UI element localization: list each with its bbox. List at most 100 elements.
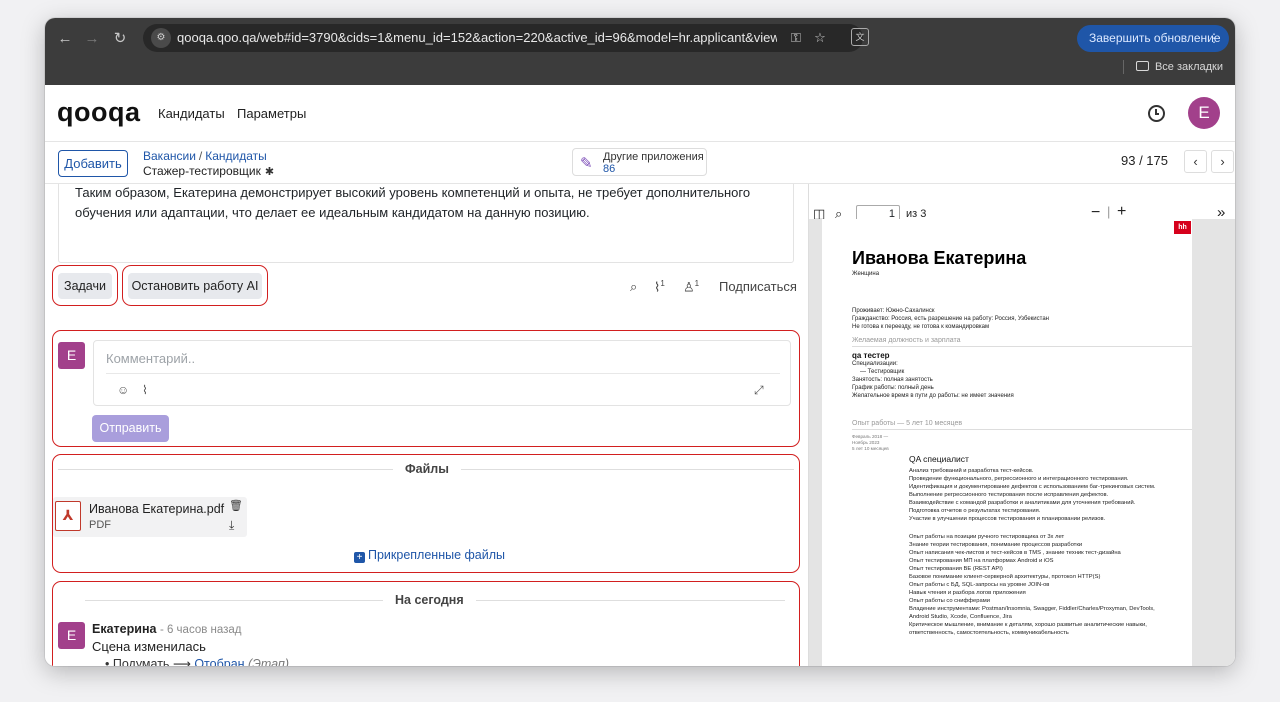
desired-detail: Желательное время в пути до работы: не и…: [852, 393, 1014, 399]
more-menu-icon[interactable]: ⋮: [1208, 25, 1220, 52]
back-icon[interactable]: ←: [55, 29, 75, 49]
message-time: - 6 часов назад: [159, 624, 242, 636]
pager-value[interactable]: 93 / 175: [1121, 153, 1168, 168]
address-bar[interactable]: ⚙ qooqa.qoo.qa/web#id=3790&cids=1&menu_i…: [143, 24, 863, 52]
summary-field[interactable]: Таким образом, Екатерина демонстрирует в…: [58, 184, 794, 263]
skill-line: Навык чтения и разбора логов приложения: [909, 590, 1026, 596]
duty-line: Идентификация и документирование дефекто…: [909, 484, 1156, 490]
pdf-page: hh Иванова Екатерина Женщина Проживает: …: [822, 219, 1192, 666]
experience-rule: [852, 429, 1192, 430]
trash-icon[interactable]: 🗑: [229, 499, 243, 512]
finish-update-button[interactable]: Завершить обновление ⋮: [1077, 25, 1229, 52]
duty-line: Проведение функционального, регрессионно…: [909, 476, 1129, 482]
followers-button[interactable]: ♙1: [683, 279, 699, 295]
tracking-new-value: Отобран: [194, 657, 245, 666]
desired-detail: Занятость: полная занятость: [852, 377, 933, 383]
skill-line: Опыт работы с БД, SQL-запросы на уровне …: [909, 582, 1050, 588]
user-avatar[interactable]: E: [1188, 97, 1220, 129]
expand-icon[interactable]: ⤢: [754, 383, 764, 398]
pdf-file-icon: ⅄: [55, 501, 81, 531]
person-icon: ♙: [683, 279, 695, 295]
app-logo[interactable]: qooqa: [57, 97, 141, 128]
skill-line: Базовое понимание клиент-серверной архит…: [909, 574, 1101, 580]
attach-file-icon[interactable]: ⌇: [142, 383, 148, 397]
duty-line: Подготовка отчетов о результатах тестиро…: [909, 508, 1041, 514]
stop-ai-button[interactable]: Остановить работу AI: [128, 273, 262, 299]
pinned-files-link[interactable]: + Прикрепленные файлы: [354, 548, 505, 563]
duty-line: Анализ требований и разработка тест-кейс…: [909, 468, 1034, 474]
duty-line: Выполнение регрессионного тестирования п…: [909, 492, 1109, 498]
activity-clock-icon[interactable]: [1148, 105, 1165, 122]
translate-extension-icon[interactable]: 文: [851, 28, 869, 46]
reload-icon[interactable]: ↻: [110, 29, 130, 49]
resume-gender: Женщина: [852, 271, 880, 277]
resume-info-relocation: Не готова к переезду, не готова к команд…: [852, 324, 990, 330]
browser-toolbar: ← → ↻ ⚙ qooqa.qoo.qa/web#id=3790&cids=1&…: [45, 18, 1235, 85]
duty-line: Участие в улучшении процессов тестирован…: [909, 516, 1106, 522]
url-text[interactable]: qooqa.qoo.qa/web#id=3790&cids=1&menu_id=…: [177, 30, 777, 45]
composer-avatar: E: [58, 342, 85, 369]
subscribe-button[interactable]: Подписаться: [719, 279, 797, 294]
other-apps-button[interactable]: ✎ Другие приложения 86: [572, 148, 707, 176]
pdf-canvas[interactable]: hh Иванова Екатерина Женщина Проживает: …: [809, 219, 1235, 666]
comment-input[interactable]: Комментарий..: [106, 351, 195, 366]
message-author-name[interactable]: Екатерина: [92, 622, 156, 636]
emoji-icon[interactable]: ☺: [117, 383, 129, 397]
password-key-icon[interactable]: ⚿: [787, 29, 805, 47]
record-title: Стажер-тестировщик ✱: [143, 164, 274, 178]
desired-detail: График работы: полный день: [852, 385, 934, 391]
menu-candidates[interactable]: Кандидаты: [158, 106, 225, 121]
menu-settings[interactable]: Параметры: [237, 106, 306, 121]
attachment-ext: PDF: [89, 519, 111, 531]
pager-next-icon[interactable]: ›: [1211, 150, 1234, 173]
skill-line: Опыт тестирования МП на платформах Andro…: [909, 558, 1054, 564]
tracking-value: • Подумать ⟶ Отобран (Этап): [105, 656, 289, 666]
pinned-files-label: Прикрепленные файлы: [368, 548, 506, 562]
all-bookmarks-button[interactable]: Все закладки: [1122, 60, 1223, 74]
desired-role: qa тестер: [852, 351, 890, 360]
resume-name: Иванова Екатерина: [852, 248, 1027, 268]
pencil-icon: ✎: [580, 155, 593, 172]
other-apps-label: Другие приложения: [603, 151, 704, 163]
attachments-count: 1: [660, 279, 665, 288]
download-icon[interactable]: ⤓: [229, 518, 234, 533]
breadcrumb-separator: /: [198, 149, 203, 163]
skill-line: Android Studio, Xcode, Confluence, Jira: [909, 614, 1012, 620]
breadcrumb-vacancies[interactable]: Вакансии: [143, 149, 196, 163]
resume-info-city: Проживает: Южно-Сахалинск: [852, 308, 935, 314]
skill-line: Опыт работы на позиции ручного тестировщ…: [909, 534, 1065, 540]
pdf-toolbar: ◫ ⌕ 1 из 3 − | + »: [809, 184, 1235, 223]
job-title: QA специалист: [909, 454, 969, 464]
attachment-name[interactable]: Иванова Екатерина.pdf: [89, 502, 224, 516]
search-messages-icon[interactable]: ⌕: [630, 279, 637, 295]
attachment-card[interactable]: ⅄ Иванова Екатерина.pdf PDF 🗑 ⤓: [53, 497, 247, 537]
message-avatar[interactable]: E: [58, 622, 85, 649]
experience-heading: Опыт работы — 5 лет 10 месяцев: [852, 420, 963, 427]
plus-square-icon: +: [354, 552, 365, 563]
tasks-button[interactable]: Задачи: [58, 273, 112, 299]
site-settings-icon[interactable]: ⚙: [151, 28, 171, 48]
add-button[interactable]: Добавить: [58, 150, 128, 177]
exp-date: 5 лет 10 месяцев: [852, 446, 889, 451]
desired-heading: Желаемая должность и зарплата: [852, 337, 961, 344]
arrow-right-icon: ⟶: [172, 657, 191, 666]
bookmark-star-icon[interactable]: ☆: [811, 29, 829, 47]
zoom-divider: |: [1107, 204, 1111, 219]
breadcrumb: Вакансии / Кандидаты: [143, 149, 267, 163]
attachments-button[interactable]: ⌇1: [654, 279, 665, 295]
skill-line: Опыт написания чек-листов и тест-кейсов …: [909, 550, 1121, 556]
pdf-viewer: ◫ ⌕ 1 из 3 − | + » hh Иванова Екатерина …: [808, 184, 1235, 666]
pager-previous-icon[interactable]: ‹: [1184, 150, 1207, 173]
forward-icon[interactable]: →: [82, 29, 102, 49]
other-apps-count: 86: [603, 163, 616, 175]
form-and-chatter: Таким образом, Екатерина демонстрирует в…: [45, 184, 808, 666]
files-title: Файлы: [393, 462, 461, 476]
record-title-text: Стажер-тестировщик: [143, 164, 261, 178]
breadcrumb-candidates[interactable]: Кандидаты: [205, 149, 267, 163]
duty-line: Взаимодействие с командой разработки и а…: [909, 500, 1136, 506]
gear-icon[interactable]: ✱: [265, 165, 274, 178]
skill-line: Опыт тестирования BE (REST API): [909, 566, 1003, 572]
send-button[interactable]: Отправить: [92, 415, 169, 442]
desired-detail: — Тестировщик: [860, 369, 905, 375]
desired-rule: [852, 346, 1192, 347]
